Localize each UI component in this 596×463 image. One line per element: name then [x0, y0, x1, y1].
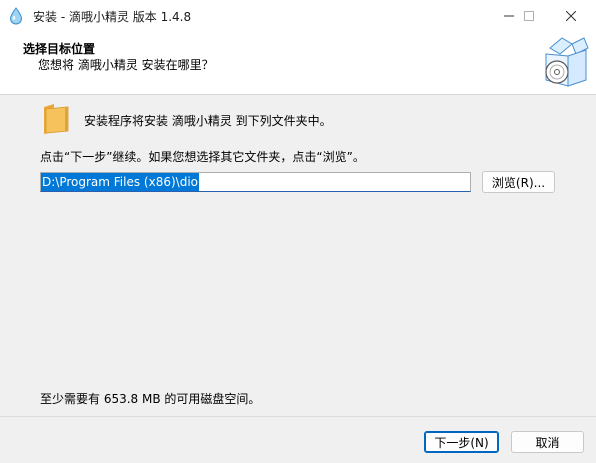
folder-icon	[44, 104, 69, 134]
intro-text: 安装程序将安装 滴哦小精灵 到下列文件夹中。	[84, 114, 332, 128]
water-drop-icon	[9, 7, 23, 25]
cancel-button[interactable]: 取消	[511, 431, 584, 453]
instruction-text: 点击“下一步”继续。如果您想选择其它文件夹，点击“浏览”。	[40, 150, 365, 164]
disk-space-text: 至少需要有 653.8 MB 的可用磁盘空间。	[40, 392, 261, 406]
setup-box-icon	[545, 37, 589, 87]
title-bar[interactable]: 安装 - 滴哦小精灵 版本 1.4.8	[0, 0, 596, 31]
browse-button[interactable]: 浏览(R)...	[482, 171, 555, 193]
page-subtitle: 您想将 滴哦小精灵 安装在哪里？	[38, 58, 214, 72]
install-path-value: D:\Program Files (x86)\dio	[41, 173, 199, 191]
installer-window: 安装 - 滴哦小精灵 版本 1.4.8 选择目标位置 您想将 滴哦小精灵 安装在…	[0, 0, 596, 463]
maximize-button[interactable]	[517, 0, 541, 31]
close-button[interactable]	[548, 0, 594, 31]
window-title: 安装 - 滴哦小精灵 版本 1.4.8	[33, 10, 192, 24]
page-title: 选择目标位置	[23, 42, 96, 56]
footer-divider	[0, 416, 596, 417]
install-path-input[interactable]: D:\Program Files (x86)\dio	[40, 172, 471, 192]
next-button[interactable]: 下一步(N)	[424, 431, 499, 453]
close-icon	[566, 10, 576, 21]
minimize-icon	[504, 15, 514, 16]
wizard-header: 选择目标位置 您想将 滴哦小精灵 安装在哪里？	[0, 31, 596, 95]
maximize-icon	[524, 10, 534, 21]
